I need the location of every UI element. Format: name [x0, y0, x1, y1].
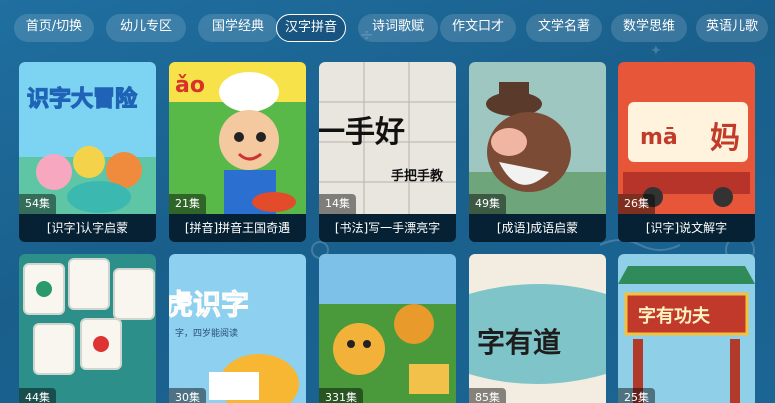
episode-count-badge: 331集 — [319, 388, 363, 403]
thumb-title-text: 字有功夫 — [638, 305, 711, 327]
episode-count-badge: 26集 — [618, 194, 655, 214]
thumb-pinyin-text: ǎo — [175, 73, 205, 98]
episode-count-badge: 44集 — [19, 388, 56, 403]
thumb-subtitle-text: 手把手教 — [391, 168, 444, 184]
episode-count-badge: 49集 — [469, 194, 506, 214]
calligraphy-icon: 一手好 手把手教 — [319, 62, 456, 214]
thumb-title-text: 字有道 — [477, 326, 561, 359]
video-card[interactable]: ǎo 21集 [拼音]拼音王国奇遇 — [169, 62, 306, 242]
cartoon-tigers-icon — [319, 254, 456, 403]
video-card[interactable]: 一手好 手把手教 14集 [书法]写一手漂亮字 — [319, 62, 456, 242]
old-man-icon — [469, 62, 606, 214]
chef-boy-icon: ǎo — [169, 62, 306, 214]
video-card[interactable]: 字有道 85集 — [469, 254, 606, 403]
video-card[interactable]: 331集 — [319, 254, 456, 403]
episode-count-badge: 30集 — [169, 388, 206, 403]
episode-count-badge: 85集 — [469, 388, 506, 403]
episode-count-badge: 21集 — [169, 194, 206, 214]
thumb-title-text: 识字大冒险 — [27, 86, 138, 112]
video-card[interactable]: 字有功夫 25集 — [618, 254, 755, 403]
episode-count-badge: 14集 — [319, 194, 356, 214]
thumb-pinyin-text: mā — [640, 125, 678, 150]
pinyin-card-icon: mā 妈 — [618, 62, 755, 214]
card-title: [成语]成语启蒙 — [469, 214, 606, 242]
card-title: [拼音]拼音王国奇遇 — [169, 214, 306, 242]
thumb-title-text: 虎识字 — [169, 288, 249, 321]
video-card[interactable]: mā 妈 26集 [识字]说文解字 — [618, 62, 755, 242]
video-card[interactable]: 44集 — [19, 254, 156, 403]
card-title: [书法]写一手漂亮字 — [319, 214, 456, 242]
thumb-subtitle-text: 字，四岁能阅读 — [175, 327, 238, 339]
card-title: [识字]说文解字 — [618, 214, 755, 242]
kungfu-gate-icon: 字有功夫 — [618, 254, 755, 403]
episode-count-badge: 25集 — [618, 388, 655, 403]
thumb-title-text: 一手好 — [319, 115, 405, 150]
tiger-book-icon: 虎识字 字，四岁能阅读 — [169, 254, 306, 403]
content-grid: 识字大冒险 54集 [识字]认字启蒙 ǎo 21集 [拼音]拼音王国奇遇 一手好… — [0, 0, 775, 403]
mahjong-tiles-icon — [19, 254, 156, 403]
hand-lettering-icon: 字有道 — [469, 254, 606, 403]
card-title: [识字]认字启蒙 — [19, 214, 156, 242]
video-card[interactable]: 识字大冒险 54集 [识字]认字启蒙 — [19, 62, 156, 242]
video-card[interactable]: 49集 [成语]成语启蒙 — [469, 62, 606, 242]
episode-count-badge: 54集 — [19, 194, 56, 214]
cartoon-characters-icon: 识字大冒险 — [19, 62, 156, 214]
thumb-character-text: 妈 — [710, 121, 740, 156]
video-card[interactable]: 虎识字 字，四岁能阅读 30集 — [169, 254, 306, 403]
